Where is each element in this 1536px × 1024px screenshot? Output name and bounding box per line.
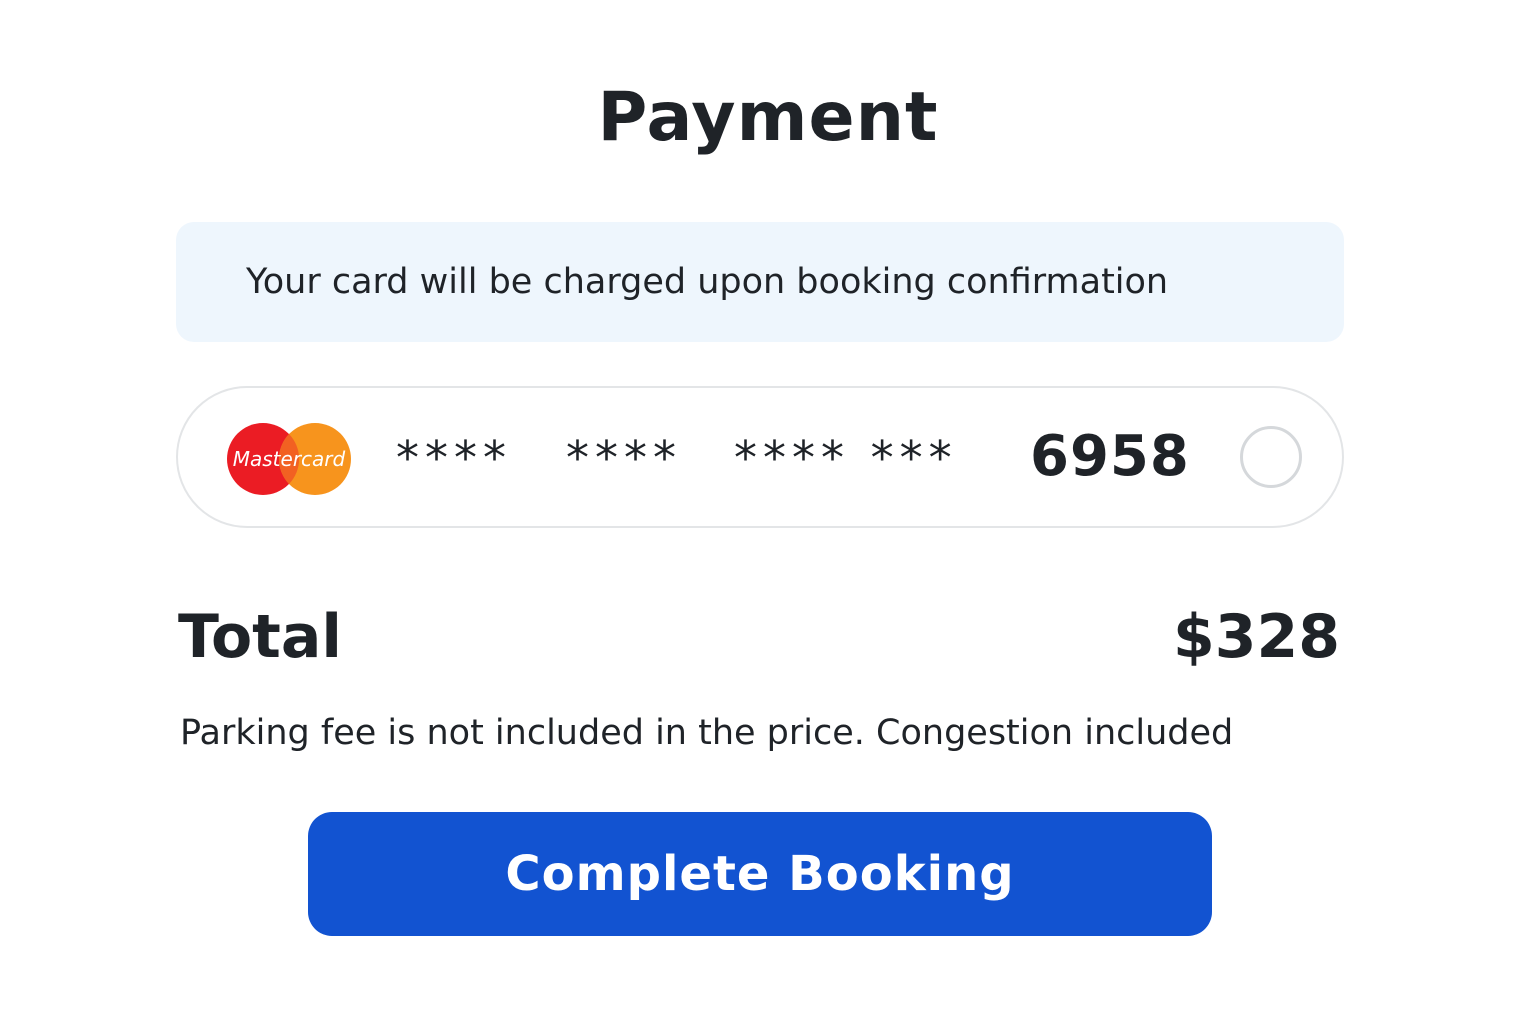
saved-card-option[interactable]: Mastercard **** **** **** *** 6958 bbox=[176, 386, 1344, 528]
payment-page: Payment Your card will be charged upon b… bbox=[0, 0, 1536, 1024]
mastercard-logo-icon: Mastercard bbox=[227, 423, 351, 495]
card-select-radio[interactable] bbox=[1240, 426, 1302, 488]
total-amount: $328 bbox=[1173, 602, 1340, 672]
card-mask-group-2: **** bbox=[566, 431, 682, 485]
parking-fee-note: Parking fee is not included in the price… bbox=[180, 713, 1234, 753]
page-title: Payment bbox=[597, 78, 939, 157]
card-mask-group-1: **** bbox=[396, 431, 512, 485]
charge-notice-text: Your card will be charged upon booking c… bbox=[246, 262, 1169, 302]
charge-notice-banner: Your card will be charged upon booking c… bbox=[176, 222, 1344, 342]
card-last-four-digits: 6958 bbox=[1030, 424, 1190, 489]
card-mask-group-3: **** *** bbox=[734, 431, 958, 485]
mastercard-brand-text: Mastercard bbox=[233, 447, 346, 471]
complete-booking-button[interactable]: Complete Booking bbox=[308, 812, 1212, 936]
total-label: Total bbox=[178, 602, 342, 672]
